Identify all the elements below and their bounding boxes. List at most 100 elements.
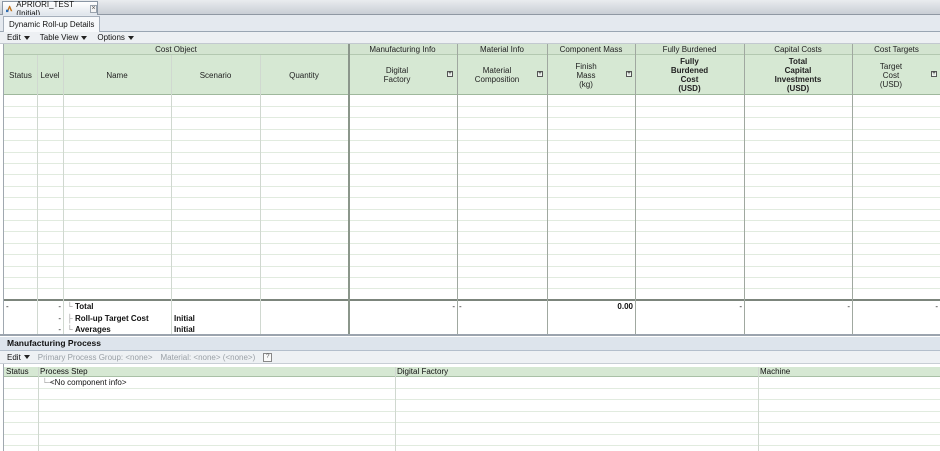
grid-row-line — [4, 174, 940, 176]
total-material-composition: - — [459, 302, 462, 311]
tree-connector: ├ — [67, 314, 73, 323]
mp-menu-edit[interactable]: Edit — [7, 353, 30, 362]
total-fully-burdened-cost: - — [739, 302, 742, 311]
grid-row-line — [4, 117, 940, 119]
process-step-cell: <No component info> — [50, 378, 127, 387]
close-tab-icon[interactable]: × — [90, 4, 97, 13]
rollup-summary: - - └ Total - - 0.00 - - - - ├ Roll-up T… — [4, 299, 940, 334]
grid-row-line — [4, 277, 940, 278]
col-header-quantity[interactable]: Quantity — [260, 55, 348, 95]
menu-options-label: Options — [97, 33, 125, 42]
total-status: - — [6, 302, 9, 311]
grid-row-line — [4, 140, 940, 142]
process-table: Status Process Step Digital Factory Mach… — [3, 364, 940, 451]
window-titlebar: APRIORI_TEST (Initial) × — [0, 0, 940, 18]
manufacturing-process-title: Manufacturing Process — [0, 337, 940, 351]
grid-row-line — [4, 433, 940, 435]
column-group-header-row: Cost Object Manufacturing Info Material … — [4, 44, 940, 55]
table-menubar: Edit Table View Options — [0, 32, 940, 44]
chevron-down-icon — [127, 35, 134, 40]
col-header-digital-factory[interactable]: Digital Factory — [348, 55, 446, 95]
help-icon[interactable]: ? — [263, 352, 273, 362]
grid-row-line — [4, 163, 940, 164]
chevron-down-icon — [23, 355, 30, 359]
col-header-status[interactable]: Status — [4, 367, 38, 377]
total-level: - — [58, 302, 61, 311]
group-cost-targets: Cost Targets — [874, 45, 919, 54]
rollup-target-scenario: Initial — [174, 314, 195, 323]
grid-row-line — [4, 265, 940, 267]
panel-divider[interactable] — [0, 334, 940, 336]
expand-column-icon[interactable]: + — [537, 71, 543, 77]
col-header-scenario[interactable]: Scenario — [171, 55, 260, 95]
menu-table-view[interactable]: Table View — [40, 33, 88, 42]
chevron-down-icon — [81, 35, 88, 40]
material-button[interactable]: Material: <none> (<none>) — [161, 353, 256, 362]
col-header-machine[interactable]: Machine — [758, 367, 940, 377]
group-capital-costs: Capital Costs — [774, 45, 822, 54]
group-material-info: Material Info — [479, 45, 525, 54]
column-divider — [395, 367, 396, 451]
expand-column-icon[interactable]: + — [447, 71, 453, 77]
menu-table-view-label: Table View — [39, 33, 79, 42]
col-header-fully-burdened-cost[interactable]: Fully Burdened Cost (USD) — [635, 55, 744, 95]
grid-row-line — [4, 288, 940, 290]
col-header-digital-factory[interactable]: Digital Factory — [395, 367, 758, 377]
grid-row-line — [4, 106, 940, 107]
rollup-target-name: Roll-up Target Cost — [75, 314, 149, 323]
process-table-body[interactable]: └─ <No component info> — [4, 377, 940, 451]
summary-row-rollup-target: - ├ Roll-up Target Cost Initial — [4, 313, 940, 324]
group-cost-object: Cost Object — [155, 45, 197, 54]
expand-column-icon[interactable]: + — [626, 71, 632, 77]
grid-row-line — [4, 388, 940, 389]
grid-row-line — [4, 197, 940, 199]
group-fully-burdened: Fully Burdened — [662, 45, 717, 54]
grid-row-line — [4, 185, 940, 187]
manufacturing-process-toolbar: Edit Primary Process Group: <none> Mater… — [0, 351, 940, 364]
grid-row-line — [4, 208, 940, 210]
column-divider — [635, 44, 636, 334]
column-divider — [38, 367, 39, 451]
chevron-down-icon — [23, 35, 30, 40]
col-header-status[interactable]: Status — [4, 55, 37, 95]
rollup-table-body[interactable] — [4, 95, 940, 299]
mp-menu-edit-label: Edit — [7, 352, 21, 362]
column-divider — [37, 55, 38, 334]
col-header-material-composition[interactable]: Material Composition — [457, 55, 537, 95]
document-tab[interactable]: APRIORI_TEST (Initial) × — [2, 0, 98, 18]
process-table-header: Status Process Step Digital Factory Mach… — [4, 367, 940, 377]
column-divider — [260, 55, 261, 334]
menu-edit[interactable]: Edit — [7, 33, 30, 42]
primary-process-group-button[interactable]: Primary Process Group: <none> — [38, 353, 153, 362]
view-tabbar: Dynamic Roll-up Details — [0, 15, 940, 32]
rollup-target-level: - — [58, 314, 61, 323]
expand-column-icon[interactable]: + — [931, 71, 937, 77]
column-divider — [171, 55, 172, 334]
grid-row-line — [4, 410, 940, 412]
column-divider — [744, 44, 745, 334]
col-header-target-cost[interactable]: Target Cost (USD) — [852, 55, 930, 95]
tab-dynamic-rollup-details[interactable]: Dynamic Roll-up Details — [3, 16, 101, 32]
process-row[interactable]: └─ <No component info> — [4, 377, 940, 388]
menu-edit-label: Edit — [7, 33, 21, 42]
group-component-mass: Component Mass — [559, 45, 623, 54]
tree-connector: └ — [67, 302, 73, 311]
column-divider — [758, 367, 759, 451]
rollup-table: Cost Object Manufacturing Info Material … — [3, 44, 940, 334]
column-divider — [63, 55, 64, 334]
col-header-process-step[interactable]: Process Step — [38, 367, 395, 377]
col-header-level[interactable]: Level — [37, 55, 63, 95]
grid-row-line — [4, 151, 940, 153]
grid-row-line — [4, 220, 940, 221]
grid-row-line — [4, 254, 940, 256]
col-header-name[interactable]: Name — [63, 55, 171, 95]
grid-row-line — [4, 445, 940, 446]
column-divider — [547, 44, 548, 334]
col-header-finish-mass[interactable]: Finish Mass (kg) — [547, 55, 625, 95]
column-header-row: Status Level Name Scenario Quantity Digi… — [4, 55, 940, 95]
grid-row-line — [4, 422, 940, 424]
grid-row-line — [4, 128, 940, 130]
grid-row-line — [4, 399, 940, 401]
col-header-total-capital-investments[interactable]: Total Capital Investments (USD) — [744, 55, 852, 95]
menu-options[interactable]: Options — [97, 33, 134, 42]
